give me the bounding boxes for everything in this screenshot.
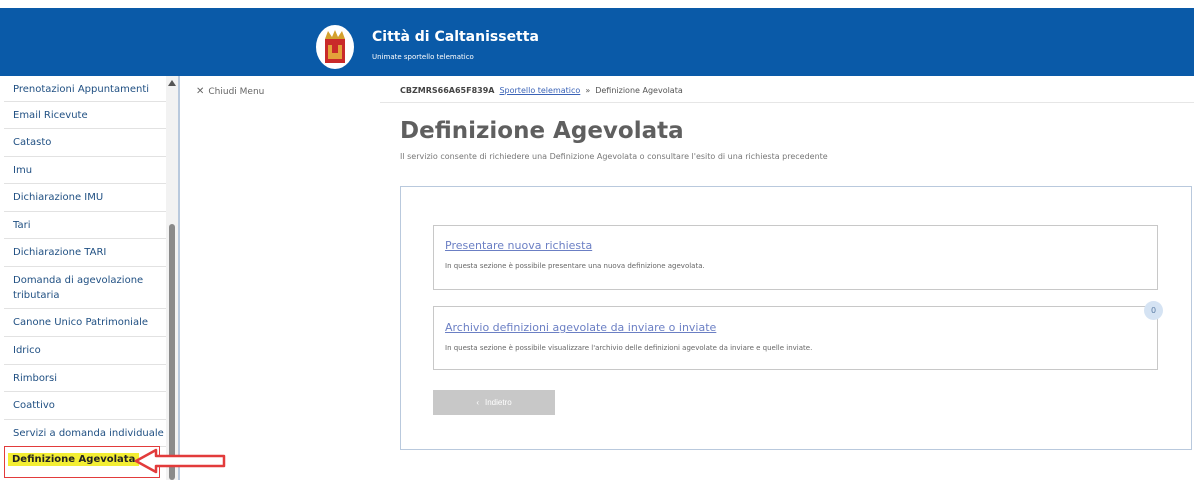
sidebar: Prenotazioni Appuntamenti Email Ricevute… [0,76,180,480]
sidebar-item-tari[interactable]: Tari [4,212,166,239]
sidebar-item-prenotazioni-appuntamenti[interactable]: Prenotazioni Appuntamenti [4,78,166,102]
sidebar-item-definizione-agevolata[interactable]: Definizione Agevolata [8,453,140,466]
card-archive: Archivio definizioni agevolate da inviar… [433,306,1158,370]
breadcrumb-separator: » [585,86,591,95]
sidebar-item-coattivo[interactable]: Coattivo [4,392,166,420]
close-menu-button[interactable]: ✕ Chiudi Menu [196,86,264,97]
city-logo-icon[interactable] [316,25,354,69]
sidebar-item-imu[interactable]: Imu [4,157,166,184]
new-request-link[interactable]: Presentare nuova richiesta [445,239,592,252]
breadcrumb-link-sportello[interactable]: Sportello telematico [499,86,580,95]
user-fiscal-code: CBZMRS66A65F839A [400,86,495,95]
breadcrumb-current: Definizione Agevolata [595,86,683,95]
sidebar-item-idrico[interactable]: Idrico [4,337,166,365]
scroll-up-arrow-icon[interactable] [168,80,176,86]
sidebar-item-dichiarazione-tari[interactable]: Dichiarazione TARI [4,239,166,267]
sidebar-item-domanda-agevolazione-tributaria[interactable]: Domanda di agevolazione tributaria [4,267,166,309]
card-new-request: Presentare nuova richiesta In questa sez… [433,225,1158,290]
page-title: Definizione Agevolata [400,118,684,144]
chevron-left-icon: ‹ [476,398,479,407]
sidebar-item-canone-unico-patrimoniale[interactable]: Canone Unico Patrimoniale [4,309,166,337]
app-header: Città di Caltanissetta Unimate sportello… [0,8,1194,76]
sidebar-item-rimborsi[interactable]: Rimborsi [4,365,166,392]
sidebar-item-email-ricevute[interactable]: Email Ricevute [4,102,166,129]
scrollbar-thumb[interactable] [169,224,175,480]
sidebar-item-dichiarazione-imu[interactable]: Dichiarazione IMU [4,184,166,212]
city-title: Città di Caltanissetta [372,29,539,45]
archive-description: In questa sezione è possibile visualizza… [445,344,813,352]
page-description: Il servizio consente di richiedere una D… [400,152,828,161]
close-menu-label: Chiudi Menu [208,86,265,97]
back-button[interactable]: ‹ Indietro [433,390,555,415]
sidebar-item-servizi-domanda-individuale[interactable]: Servizi a domanda individuale [4,420,166,447]
back-button-label: Indietro [484,398,512,407]
city-subtitle: Unimate sportello telematico [372,53,474,61]
red-arrow-icon [134,448,226,474]
sidebar-item-catasto[interactable]: Catasto [4,129,166,157]
archive-link[interactable]: Archivio definizioni agevolate da inviar… [445,321,716,334]
breadcrumb: CBZMRS66A65F839A Sportello telematico » … [400,86,683,95]
sidebar-scrollbar[interactable] [166,76,178,480]
sidebar-divider [178,76,180,480]
breadcrumb-divider [380,102,1194,103]
close-icon: ✕ [196,86,205,97]
archive-count-badge: 0 [1144,301,1163,320]
new-request-description: In questa sezione è possibile presentare… [445,262,705,270]
